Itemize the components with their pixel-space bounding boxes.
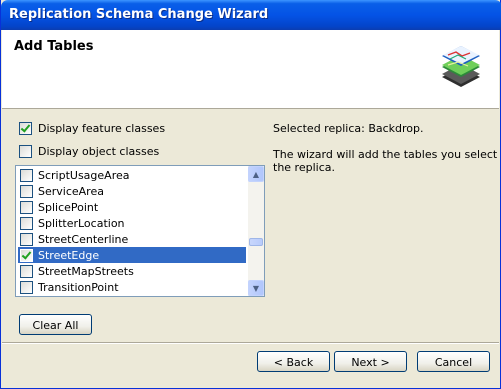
next-button[interactable]: Next >: [334, 351, 407, 372]
list-item-checkbox[interactable]: [20, 216, 33, 230]
list-item[interactable]: ScriptUsageArea: [18, 167, 246, 183]
list-item[interactable]: TransitionPoint: [18, 279, 246, 295]
display-feature-classes-option[interactable]: Display feature classes: [19, 120, 165, 136]
list-scrollbar[interactable]: ▲ ▼: [248, 166, 264, 296]
display-feature-classes-label: Display feature classes: [38, 121, 166, 135]
title-bar[interactable]: Replication Schema Change Wizard: [1, 0, 501, 30]
display-object-classes-option[interactable]: Display object classes: [19, 143, 159, 159]
list-item-label: ServiceArea: [38, 184, 104, 198]
cancel-button[interactable]: Cancel: [417, 351, 490, 372]
list-item-label: SplitterLocation: [38, 216, 125, 230]
display-feature-classes-checkbox[interactable]: [19, 121, 32, 135]
list-item[interactable]: ServiceArea: [18, 183, 246, 199]
tables-listbox[interactable]: ScriptUsageArea ServiceArea SplicePoint …: [15, 165, 265, 297]
list-item-checkbox[interactable]: [20, 168, 33, 182]
wizard-header: Add Tables: [2, 30, 499, 109]
list-item-checkbox[interactable]: [20, 200, 33, 214]
list-item-checkbox[interactable]: [20, 280, 33, 294]
footer-divider: [2, 342, 499, 344]
list-item-label: StreetEdge: [38, 248, 100, 262]
list-item-checkbox[interactable]: [20, 264, 33, 278]
list-item-checkbox[interactable]: [20, 232, 33, 246]
description-line-1: The wizard will add the tables you selec…: [273, 148, 501, 161]
list-item-label: ScriptUsageArea: [38, 168, 130, 182]
scroll-down-button[interactable]: ▼: [248, 280, 264, 296]
list-item-label: SplicePoint: [38, 200, 99, 214]
list-item[interactable]: StreetCenterline: [18, 231, 246, 247]
display-object-classes-checkbox[interactable]: [19, 144, 32, 158]
wizard-window: Replication Schema Change Wizard Add Tab…: [0, 0, 501, 389]
list-item-checkbox[interactable]: [20, 184, 33, 198]
list-item-label: TransitionPoint: [38, 280, 119, 294]
list-item-label: StreetMapStreets: [38, 264, 134, 278]
display-object-classes-label: Display object classes: [38, 144, 160, 158]
chevron-down-icon: ▼: [252, 283, 260, 293]
list-item[interactable]: SplitterLocation: [18, 215, 246, 231]
layers-map-icon: [442, 46, 480, 87]
clear-all-button[interactable]: Clear All: [19, 314, 92, 335]
list-item-checkbox[interactable]: [20, 248, 33, 262]
scroll-up-button[interactable]: ▲: [248, 166, 264, 182]
list-item-selected[interactable]: StreetEdge: [18, 247, 246, 263]
scroll-thumb[interactable]: [249, 238, 263, 246]
list-item[interactable]: StreetMapStreets: [18, 263, 246, 279]
list-item[interactable]: SplicePoint: [18, 199, 246, 215]
description-line-2: the replica.: [273, 161, 335, 174]
window-title: Replication Schema Change Wizard: [9, 7, 269, 22]
back-button[interactable]: < Back: [257, 351, 330, 372]
chevron-up-icon: ▲: [252, 169, 260, 179]
list-item-label: StreetCenterline: [38, 232, 129, 246]
page-title: Add Tables: [14, 39, 94, 54]
selected-replica-text: Selected replica: Backdrop.: [273, 122, 424, 135]
